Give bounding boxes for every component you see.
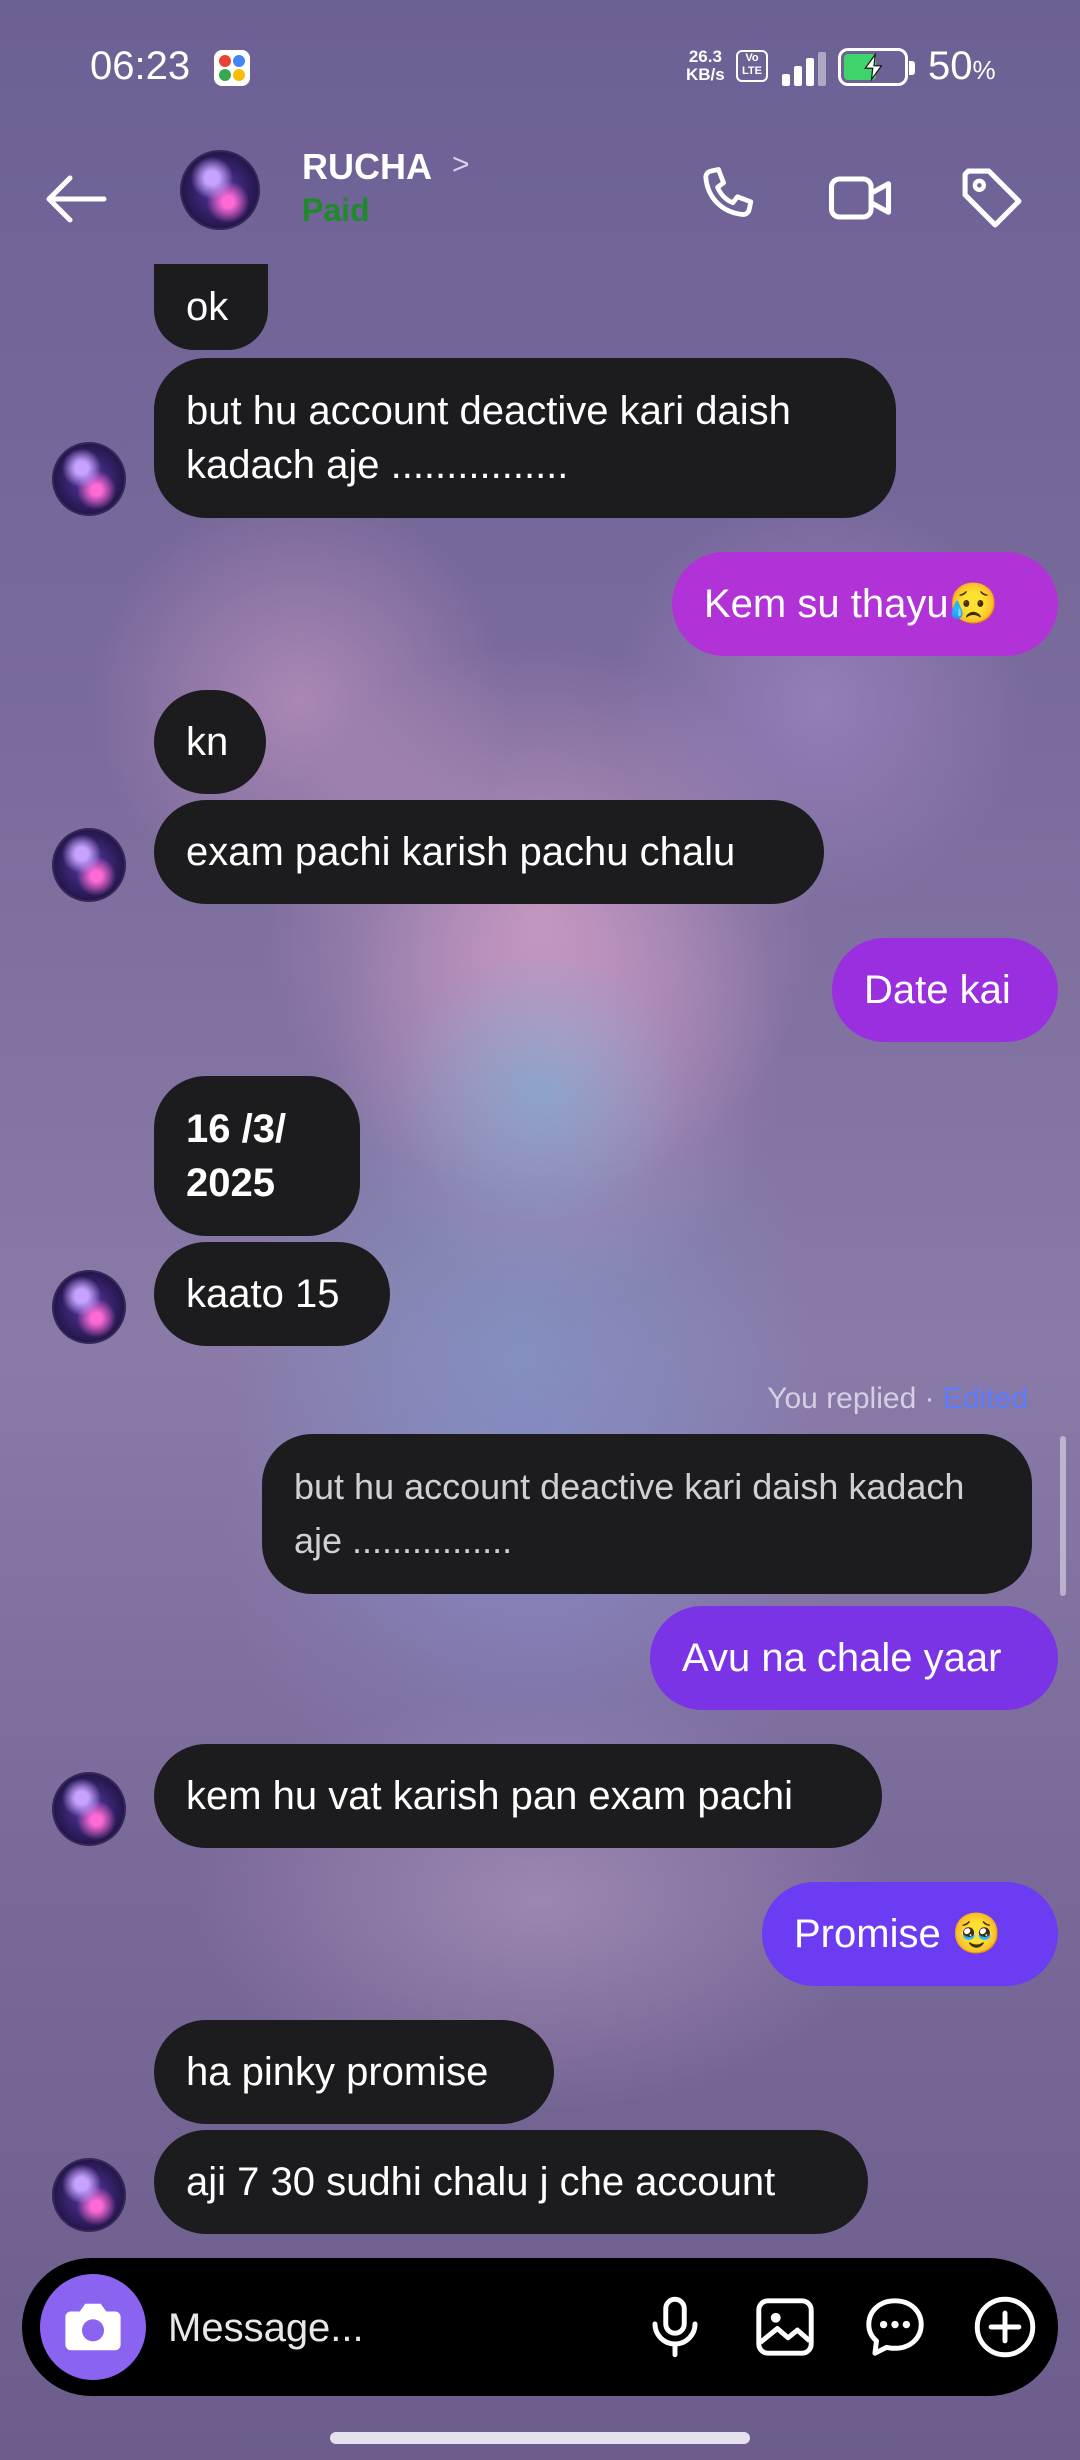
- incoming-message[interactable]: 16 /3/ 2025: [154, 1076, 360, 1236]
- video-call-icon[interactable]: [822, 160, 898, 236]
- contact-avatar[interactable]: [52, 442, 126, 516]
- plus-icon[interactable]: [968, 2290, 1042, 2364]
- incoming-message[interactable]: ha pinky promise: [154, 2020, 554, 2124]
- sticker-chat-icon[interactable]: [858, 2290, 932, 2364]
- outgoing-message[interactable]: Date kai: [832, 938, 1058, 1042]
- photos-notification-icon: [214, 50, 250, 86]
- contact-avatar[interactable]: [52, 828, 126, 902]
- back-arrow-icon[interactable]: [44, 174, 108, 224]
- clock: 06:23: [90, 44, 191, 88]
- battery-percent: 50%: [928, 44, 996, 88]
- phone-icon[interactable]: [690, 160, 766, 236]
- chevron-right-icon[interactable]: >: [452, 148, 470, 182]
- reply-indicator: You replied · Edited: [767, 1382, 1028, 1415]
- contact-avatar[interactable]: [52, 1772, 126, 1846]
- outgoing-message[interactable]: Kem su thayu😥: [672, 552, 1058, 656]
- camera-icon[interactable]: [40, 2274, 146, 2380]
- network-speed: 26.3 KB/s: [686, 47, 725, 84]
- microphone-icon[interactable]: [638, 2290, 712, 2364]
- tag-icon[interactable]: [954, 160, 1030, 236]
- contact-status: Paid: [302, 192, 370, 228]
- incoming-message[interactable]: kn: [154, 690, 266, 794]
- volte-icon: Vo LTE: [736, 50, 768, 82]
- chat-header: RUCHA > Paid: [0, 136, 1080, 260]
- incoming-message[interactable]: kem hu vat karish pan exam pachi: [154, 1744, 882, 1848]
- contact-avatar[interactable]: [52, 2158, 126, 2232]
- incoming-message[interactable]: kaato 15: [154, 1242, 390, 1346]
- battery-icon: [838, 48, 915, 86]
- outgoing-message[interactable]: Avu na chale yaar: [650, 1606, 1058, 1710]
- quoted-reply-message[interactable]: but hu account deactive kari daish kadac…: [262, 1434, 1032, 1594]
- contact-avatar[interactable]: [52, 1270, 126, 1344]
- status-bar: 06:23 26.3 KB/s Vo LTE 50%: [0, 0, 1080, 136]
- outgoing-message[interactable]: Promise 🥹: [762, 1882, 1058, 1986]
- contact-name[interactable]: RUCHA: [302, 146, 432, 188]
- home-indicator[interactable]: [330, 2432, 750, 2444]
- message-input[interactable]: [166, 2292, 610, 2364]
- message-composer: [22, 2258, 1058, 2396]
- incoming-message[interactable]: exam pachi karish pachu chalu: [154, 800, 824, 904]
- incoming-message[interactable]: but hu account deactive kari daish kadac…: [154, 358, 896, 518]
- contact-avatar[interactable]: [180, 150, 260, 230]
- gallery-icon[interactable]: [748, 2290, 822, 2364]
- incoming-message[interactable]: aji 7 30 sudhi chalu j che account: [154, 2130, 868, 2234]
- incoming-message[interactable]: ok: [154, 264, 268, 350]
- signal-icon: [782, 52, 826, 86]
- scrollbar[interactable]: [1060, 1436, 1066, 1596]
